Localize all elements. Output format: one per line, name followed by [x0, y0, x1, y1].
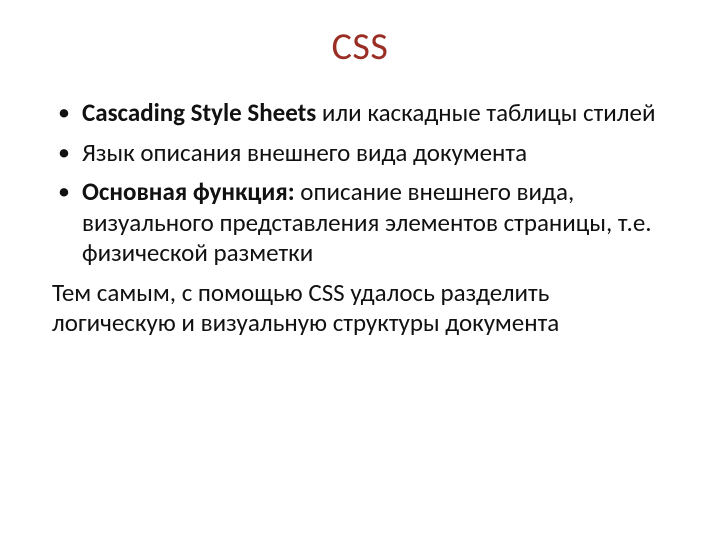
slide-title: CSS: [52, 24, 668, 70]
list-item-text: Язык описания внешнего вида документа: [82, 137, 527, 168]
list-item: Язык описания внешнего вида документа: [52, 138, 668, 169]
list-item-bold: Основная функция:: [82, 176, 295, 207]
list-item: Основная функция: описание внешнего вида…: [52, 177, 668, 269]
list-item-text: или каскадные таблицы стилей: [316, 97, 655, 128]
list-item: Cascading Style Sheets или каскадные таб…: [52, 98, 668, 129]
closing-paragraph: Тем самым, с помощью CSS удалось раздели…: [52, 278, 668, 339]
bullet-list: Cascading Style Sheets или каскадные таб…: [52, 98, 668, 269]
slide: CSS Cascading Style Sheets или каскадные…: [0, 0, 720, 540]
list-item-bold: Cascading Style Sheets: [82, 97, 316, 128]
